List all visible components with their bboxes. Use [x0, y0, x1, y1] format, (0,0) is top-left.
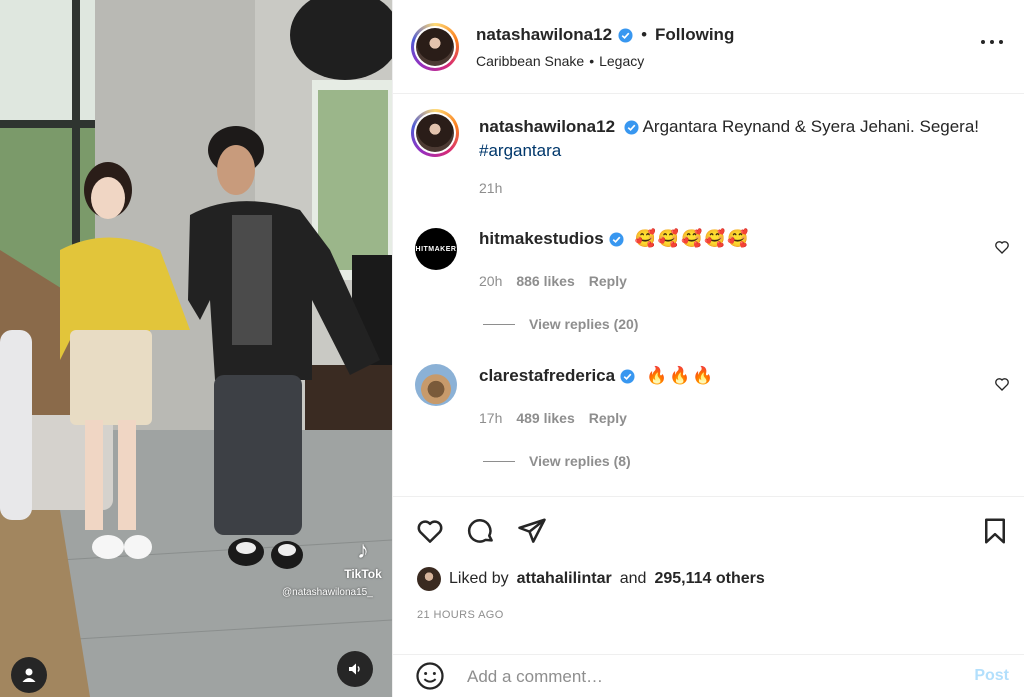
- author-line: natashawilona12 • Following: [476, 25, 734, 45]
- comment-text: 🔥🔥🔥: [646, 366, 716, 385]
- post-actions: Liked by attahalilintar and 295,114 othe…: [393, 496, 1024, 646]
- comment-header: clarestafrederica 🔥🔥🔥: [479, 366, 716, 386]
- share-icon[interactable]: [517, 516, 547, 546]
- user-icon: [22, 668, 36, 682]
- comment-time[interactable]: 20h: [479, 273, 502, 289]
- following-button[interactable]: Following: [655, 25, 734, 45]
- comment-input[interactable]: [467, 664, 947, 690]
- verified-badge-icon: [609, 231, 624, 247]
- view-replies-label[interactable]: View replies (20): [529, 316, 638, 332]
- audio-track[interactable]: Caribbean Snake: [476, 53, 584, 69]
- post-details-panel: natashawilona12 • Following Caribbean Sn…: [392, 0, 1024, 697]
- comment-username[interactable]: clarestafrederica: [479, 366, 615, 386]
- reply-button[interactable]: Reply: [589, 410, 627, 426]
- author-avatar[interactable]: [411, 23, 459, 71]
- bookmark-icon[interactable]: [980, 516, 1010, 546]
- liked-by-user[interactable]: attahalilintar: [517, 570, 612, 588]
- view-replies-button[interactable]: View replies (20): [483, 316, 638, 332]
- post-header: natashawilona12 • Following Caribbean Sn…: [393, 0, 1024, 94]
- view-replies-label[interactable]: View replies (8): [529, 453, 631, 469]
- verified-badge-icon: [620, 368, 635, 384]
- caption-text: Argantara Reynand & Syera Jehani. Segera…: [642, 117, 980, 136]
- liked-by: Liked by attahalilintar and 295,114 othe…: [417, 567, 765, 591]
- comment-likes[interactable]: 886 likes: [516, 273, 574, 289]
- more-horizontal-icon[interactable]: [981, 40, 1003, 46]
- liked-by-and: and: [619, 570, 647, 587]
- comment-meta: 20h 886 likes Reply: [479, 273, 627, 289]
- reply-button[interactable]: Reply: [589, 273, 627, 289]
- comment-avatar[interactable]: HITMAKER: [415, 228, 457, 270]
- post-media[interactable]: ♪ TikTok @natashawilona15_: [0, 0, 392, 697]
- comment-header: hitmakestudios 🥰🥰🥰🥰🥰: [479, 229, 751, 249]
- audio-separator: •: [589, 53, 595, 69]
- tiktok-handle: @natashawilona15_: [282, 587, 373, 598]
- comment-username[interactable]: hitmakestudios: [479, 229, 604, 249]
- comment-text: 🥰🥰🥰🥰🥰: [634, 229, 751, 248]
- heart-icon[interactable]: [415, 516, 445, 546]
- comment-likes[interactable]: 489 likes: [516, 410, 574, 426]
- liked-by-others[interactable]: 295,114 others: [654, 570, 764, 588]
- mute-button[interactable]: [337, 651, 373, 687]
- tiktok-label: TikTok: [344, 567, 382, 581]
- caption-avatar[interactable]: [411, 109, 459, 157]
- comment-like-heart-icon[interactable]: [994, 376, 1010, 392]
- caption-username[interactable]: natashawilona12: [479, 117, 615, 136]
- liker-avatar[interactable]: [417, 567, 441, 591]
- separator-dot: •: [641, 25, 648, 44]
- speaker-icon: [349, 663, 360, 675]
- author-username[interactable]: natashawilona12: [476, 25, 612, 45]
- post-timestamp[interactable]: 21 HOURS AGO: [417, 609, 504, 621]
- audio-artist[interactable]: Legacy: [599, 53, 644, 69]
- tiktok-logo-icon: ♪: [357, 537, 369, 564]
- comment-avatar[interactable]: [415, 364, 457, 406]
- caption-hashtag[interactable]: #argantara: [479, 141, 561, 160]
- verified-badge-icon: [624, 120, 639, 135]
- liked-by-prefix: Liked by: [449, 570, 509, 587]
- replies-divider: [483, 323, 515, 325]
- add-comment-bar: Post: [393, 654, 1024, 697]
- comment-icon[interactable]: [466, 516, 496, 546]
- caption-time[interactable]: 21h: [479, 180, 502, 196]
- comment-meta: 17h 489 likes Reply: [479, 410, 627, 426]
- post-comment-button[interactable]: Post: [974, 667, 1009, 685]
- view-replies-button[interactable]: View replies (8): [483, 453, 631, 469]
- caption: natashawilona12 Argantara Reynand & Syer…: [479, 115, 999, 163]
- emoji-icon[interactable]: [415, 661, 445, 691]
- comment-like-heart-icon[interactable]: [994, 239, 1010, 255]
- audio-info[interactable]: Caribbean Snake • Legacy: [476, 53, 644, 69]
- verified-badge-icon: [618, 27, 633, 43]
- comment-time[interactable]: 17h: [479, 410, 502, 426]
- tiktok-watermark: ♪ TikTok: [340, 537, 386, 582]
- tagged-users-button[interactable]: [11, 657, 47, 693]
- replies-divider: [483, 460, 515, 462]
